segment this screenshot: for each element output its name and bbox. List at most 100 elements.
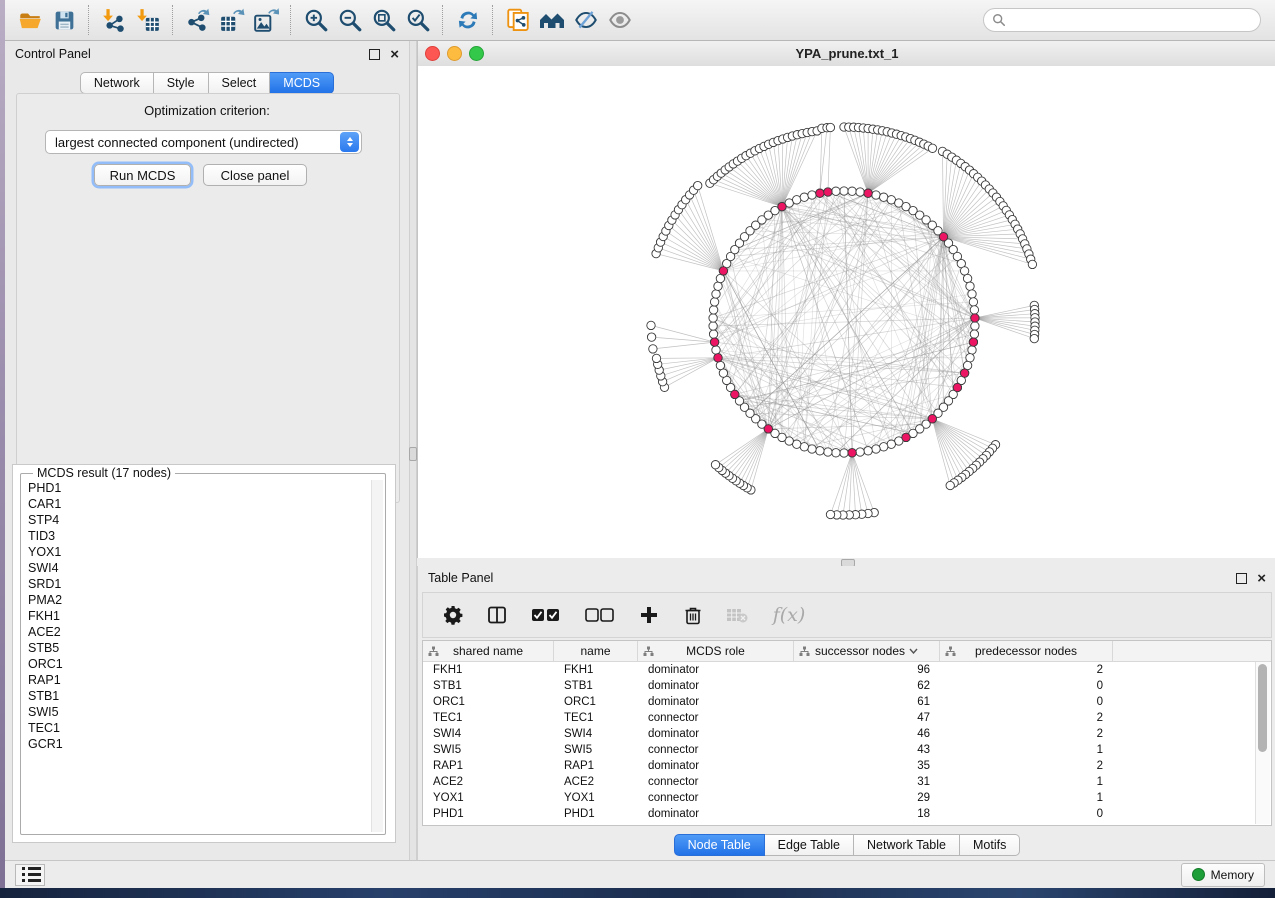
import-network-button[interactable] [97, 4, 131, 36]
column-header-shared-name[interactable]: shared name [423, 641, 554, 661]
tab-style[interactable]: Style [154, 72, 209, 94]
network-nodes[interactable] [647, 123, 1039, 519]
delete-column-button[interactable] [681, 603, 705, 627]
mcds-result-item[interactable]: FKH1 [23, 608, 368, 624]
mcds-list-scrollbar[interactable] [371, 480, 383, 832]
close-panel-icon[interactable]: × [1257, 574, 1266, 583]
export-network-icon [185, 7, 211, 33]
table-row[interactable]: ORC1ORC1dominator610 [423, 694, 1271, 710]
horizontal-splitter[interactable] [417, 558, 1275, 566]
table-row[interactable]: PHD1PHD1dominator180 [423, 806, 1271, 822]
mcds-result-item[interactable]: SWI5 [23, 704, 368, 720]
table-row[interactable]: RAP1RAP1dominator352 [423, 758, 1271, 774]
tab-edge-table[interactable]: Edge Table [765, 834, 854, 856]
run-mcds-button[interactable]: Run MCDS [94, 164, 191, 186]
overview-houses-icon [538, 7, 566, 33]
minimize-window-icon[interactable] [447, 46, 462, 61]
tab-motifs[interactable]: Motifs [960, 834, 1020, 856]
mcds-result-item[interactable]: ACE2 [23, 624, 368, 640]
mcds-result-item[interactable]: STB1 [23, 688, 368, 704]
table-row[interactable]: SWI4SWI4dominator462 [423, 726, 1271, 742]
network-overview-button[interactable] [535, 4, 569, 36]
table-body[interactable]: FKH1FKH1dominator962STB1STB1dominator620… [423, 662, 1271, 822]
network-node [716, 361, 724, 369]
add-column-button[interactable] [637, 603, 661, 627]
mcds-result-item[interactable]: YOX1 [23, 544, 368, 560]
open-file-button[interactable] [13, 4, 47, 36]
float-panel-icon[interactable] [1236, 573, 1247, 584]
tab-select[interactable]: Select [209, 72, 271, 94]
export-network-button[interactable] [181, 4, 215, 36]
mcds-result-item[interactable]: TEC1 [23, 720, 368, 736]
network-node [970, 306, 978, 314]
close-window-icon[interactable] [425, 46, 440, 61]
table-cell: 2 [940, 710, 1113, 726]
table-row[interactable]: STB1STB1dominator620 [423, 678, 1271, 694]
zoom-in-button[interactable] [299, 4, 333, 36]
memory-button[interactable]: Memory [1181, 863, 1265, 887]
show-panels-menu-button[interactable] [15, 864, 45, 886]
vertical-splitter[interactable] [409, 41, 417, 860]
column-header-label: shared name [453, 644, 523, 658]
column-layout-button[interactable] [485, 603, 509, 627]
column-header-MCDS-role[interactable]: MCDS role [638, 641, 794, 661]
deselect-all-button[interactable] [583, 603, 617, 627]
table-scrollbar[interactable] [1255, 662, 1270, 824]
table-row[interactable]: YOX1YOX1connector291 [423, 790, 1271, 806]
mcds-result-item[interactable]: STP4 [23, 512, 368, 528]
mcds-result-item[interactable]: ORC1 [23, 656, 368, 672]
import-table-button[interactable] [131, 4, 165, 36]
mcds-result-item[interactable]: PHD1 [23, 480, 368, 496]
mcds-result-item[interactable]: RAP1 [23, 672, 368, 688]
zoom-fit-button[interactable] [367, 4, 401, 36]
splitter-grip[interactable] [409, 447, 417, 461]
tab-mcds[interactable]: MCDS [270, 72, 334, 94]
zoom-selected-icon [405, 7, 431, 33]
clone-network-button[interactable] [501, 4, 535, 36]
table-cell: SWI5 [423, 742, 554, 758]
close-panel-icon[interactable]: × [390, 50, 399, 59]
search-input[interactable] [1011, 12, 1260, 28]
network-graph[interactable] [418, 66, 1275, 558]
maximize-window-icon[interactable] [469, 46, 484, 61]
save-session-button[interactable] [47, 4, 81, 36]
search-box[interactable] [983, 8, 1261, 32]
column-header-predecessor-nodes[interactable]: predecessor nodes [940, 641, 1113, 661]
column-header-successor-nodes[interactable]: successor nodes [794, 641, 940, 661]
float-panel-icon[interactable] [369, 49, 380, 60]
zoom-selected-button[interactable] [401, 4, 435, 36]
table-row[interactable]: TEC1TEC1connector472 [423, 710, 1271, 726]
mcds-result-item[interactable]: SRD1 [23, 576, 368, 592]
mcds-result-item[interactable]: TID3 [23, 528, 368, 544]
tab-network-table[interactable]: Network Table [854, 834, 960, 856]
table-cell: 43 [794, 742, 940, 758]
table-scrollbar-thumb[interactable] [1258, 664, 1267, 752]
gear-button[interactable] [441, 603, 465, 627]
tab-node-table[interactable]: Node Table [674, 834, 765, 856]
table-row[interactable]: SWI5SWI5connector431 [423, 742, 1271, 758]
network-node [712, 346, 720, 354]
column-header-name[interactable]: name [554, 641, 638, 661]
toolbar-separator [88, 5, 90, 35]
mcds-result-list[interactable]: PHD1CAR1STP4TID3YOX1SWI4SRD1PMA2FKH1ACE2… [23, 480, 368, 832]
mcds-result-item[interactable]: CAR1 [23, 496, 368, 512]
export-table-button[interactable] [215, 4, 249, 36]
zoom-out-button[interactable] [333, 4, 367, 36]
table-row[interactable]: FKH1FKH1dominator962 [423, 662, 1271, 678]
network-node [711, 461, 719, 469]
optimization-criterion-select[interactable]: largest connected component (undirected) [45, 130, 362, 154]
hide-graphics-details-button[interactable] [569, 4, 603, 36]
table-row[interactable]: ACE2ACE2connector311 [423, 774, 1271, 790]
mcds-result-item[interactable]: SWI4 [23, 560, 368, 576]
tab-network[interactable]: Network [80, 72, 154, 94]
mcds-result-item[interactable]: STB5 [23, 640, 368, 656]
network-view-titlebar[interactable]: YPA_prune.txt_1 [418, 41, 1275, 67]
table-toolbar: f(x) [422, 592, 1272, 638]
close-panel-button[interactable]: Close panel [203, 164, 307, 186]
mcds-result-item[interactable]: PMA2 [23, 592, 368, 608]
select-all-button[interactable] [529, 603, 563, 627]
refresh-network-button[interactable] [451, 4, 485, 36]
export-image-button[interactable] [249, 4, 283, 36]
show-graphics-details-button[interactable] [603, 4, 637, 36]
mcds-result-item[interactable]: GCR1 [23, 736, 368, 752]
